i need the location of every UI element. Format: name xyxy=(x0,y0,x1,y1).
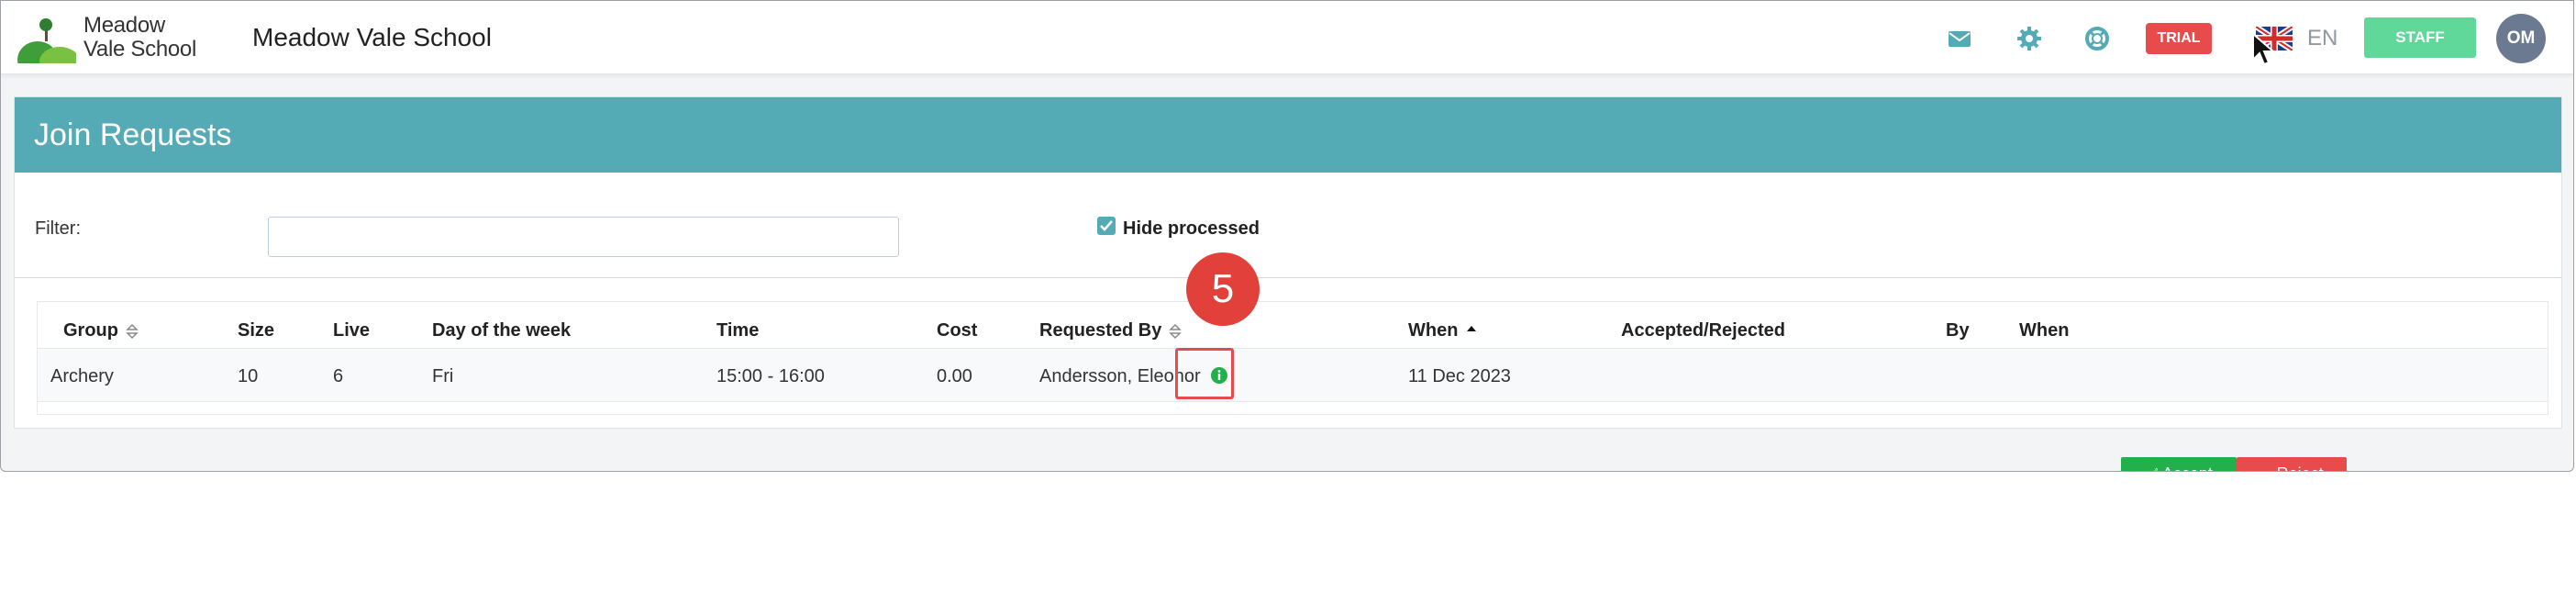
school-logo[interactable]: Meadow Vale School xyxy=(17,14,201,63)
column-header-when-label: When xyxy=(1408,320,1459,341)
column-header-size[interactable]: Size xyxy=(238,320,274,341)
column-header-group[interactable]: Group xyxy=(63,320,139,341)
accept-button-label: Accept xyxy=(2162,464,2213,471)
trial-badge[interactable]: TRIAL xyxy=(2146,23,2212,54)
cell-cost: 0.00 xyxy=(937,366,972,386)
column-header-requested-by-label: Requested By xyxy=(1039,320,1162,341)
help-lifebuoy-icon[interactable] xyxy=(2083,25,2111,52)
reject-button-label: Reject xyxy=(2277,464,2324,471)
hide-processed-label[interactable]: Hide processed xyxy=(1123,218,1260,240)
sort-icon[interactable] xyxy=(1169,323,1183,340)
column-header-by[interactable]: By xyxy=(1946,320,1970,341)
column-header-day[interactable]: Day of the week xyxy=(432,320,571,341)
school-name: Meadow Vale School xyxy=(252,23,492,51)
page-title: Join Requests xyxy=(34,117,232,152)
divider xyxy=(15,277,2561,278)
sort-ascending-icon[interactable] xyxy=(1465,323,1478,340)
column-header-when[interactable]: When xyxy=(1408,320,1478,341)
hide-processed-checkbox[interactable] xyxy=(1097,217,1116,235)
join-requests-panel: Join Requests Filter: Hide processed Gro… xyxy=(14,96,2562,471)
mouse-cursor-icon xyxy=(2251,31,2276,69)
step-badge: 5 xyxy=(1186,252,1260,326)
logo-text-line-1: Meadow xyxy=(83,13,165,38)
thumbs-down-icon: 👎︎ xyxy=(2260,459,2274,471)
staff-button[interactable]: STAFF xyxy=(2364,17,2476,58)
reject-button[interactable]: 👎︎Reject xyxy=(2237,457,2347,471)
join-requests-table: Group Size Live Day of the week Time Cos… xyxy=(37,301,2548,415)
column-header-cost[interactable]: Cost xyxy=(937,320,977,341)
column-header-when-processed[interactable]: When xyxy=(2019,320,2069,341)
column-header-requested-by[interactable]: Requested By xyxy=(1039,320,1183,341)
top-navigation-bar: Meadow Vale School Meadow Vale School TR… xyxy=(1,1,2573,74)
cell-group: Archery xyxy=(50,366,114,386)
highlight-box xyxy=(1175,348,1234,399)
filter-input[interactable] xyxy=(268,217,899,257)
gear-icon[interactable] xyxy=(2015,25,2043,52)
cell-live: 6 xyxy=(333,366,344,386)
column-header-live[interactable]: Live xyxy=(333,320,370,341)
cell-time: 15:00 - 16:00 xyxy=(716,366,825,386)
mail-icon[interactable] xyxy=(1946,25,1973,52)
language-selector[interactable]: EN xyxy=(2307,26,2337,51)
user-avatar[interactable]: OM xyxy=(2496,14,2546,63)
column-header-group-label: Group xyxy=(63,320,118,341)
column-header-accepted-rejected[interactable]: Accepted/Rejected xyxy=(1621,320,1785,341)
column-header-time[interactable]: Time xyxy=(716,320,759,341)
filter-label: Filter: xyxy=(35,218,81,239)
logo-text: Meadow Vale School xyxy=(83,14,212,62)
app-window: Meadow Vale School Meadow Vale School TR… xyxy=(0,0,2574,472)
logo-hills-icon xyxy=(17,18,76,63)
table-row xyxy=(38,349,2548,402)
thumbs-up-icon: 👍︎ xyxy=(2145,459,2160,471)
accept-button[interactable]: 👍︎Accept xyxy=(2121,457,2237,471)
logo-text-line-2: Vale School xyxy=(83,37,197,62)
sort-icon[interactable] xyxy=(126,323,139,340)
panel-header: Join Requests xyxy=(15,97,2561,173)
cell-when: 11 Dec 2023 xyxy=(1408,366,1511,386)
cell-size: 10 xyxy=(238,366,259,386)
cell-day: Fri xyxy=(432,366,454,386)
